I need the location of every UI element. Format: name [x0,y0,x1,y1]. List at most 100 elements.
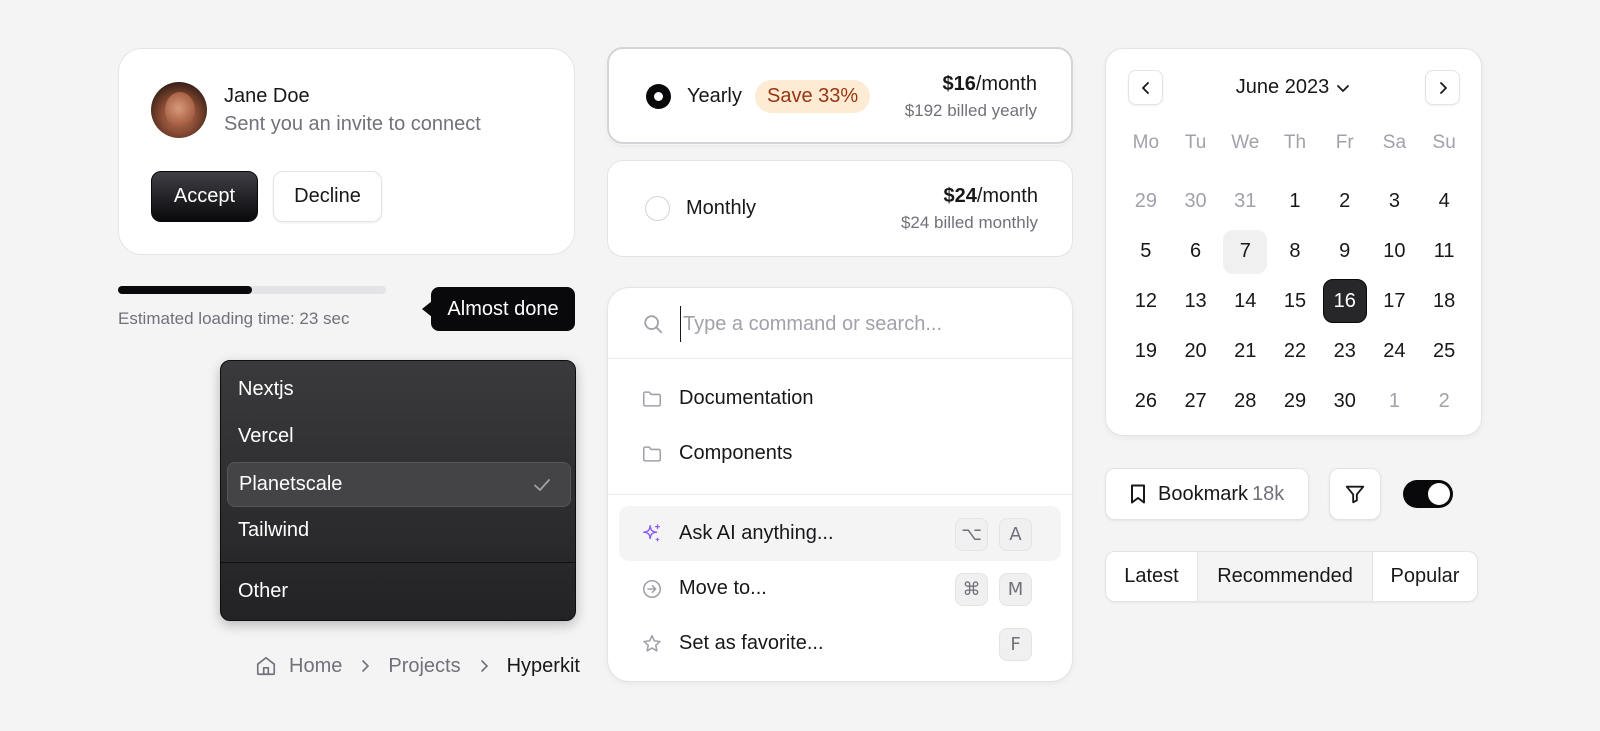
calendar-day[interactable]: 16 [1320,277,1370,327]
calendar-day[interactable]: 30 [1171,177,1221,227]
shortcut-key: ⌘ [955,573,988,606]
calendar-day[interactable]: 15 [1270,277,1320,327]
menu-item-other[interactable]: Other [238,580,288,603]
breadcrumb-projects[interactable]: Projects [388,655,460,678]
calendar-day[interactable]: 14 [1220,277,1270,327]
month-title: June 2023 [1235,76,1330,98]
radio-unselected[interactable] [645,196,670,221]
menu-item-nextjs[interactable]: Nextjs [238,378,294,401]
calendar-day[interactable]: 29 [1121,177,1171,227]
calendar-day-number: 11 [1433,240,1455,263]
menu-item-tailwind[interactable]: Tailwind [238,519,309,542]
menu-item-planetscale[interactable]: Planetscale [227,462,571,507]
calendar-day-number: 22 [1283,339,1307,362]
segment-latest[interactable]: Latest [1106,552,1198,601]
weekday-label: Tu [1184,132,1207,153]
breadcrumb-current: Hyperkit [506,654,580,677]
calendar-day[interactable]: 26 [1121,376,1171,426]
breadcrumb: Home Projects Hyperkit [255,653,580,679]
calendar-day[interactable]: 1 [1270,177,1320,227]
plan-option-yearly[interactable]: Yearly Save 33% $16/month $192 billed ye… [607,47,1073,144]
calendar-day[interactable]: 2 [1419,376,1469,426]
calendar: June 2023 Mo Tu We Th Fr Sa Su 29 30 31 1 2 3 4 5 6 7 8 9 1… [1105,48,1482,436]
star-icon [643,634,661,652]
calendar-day[interactable]: 9 [1320,227,1370,277]
segment-recommended[interactable]: Recommended [1198,552,1373,601]
command-search-input[interactable] [680,306,1040,342]
calendar-day[interactable]: 1 [1370,376,1420,426]
price-period: /month [976,185,1038,207]
command-item-documentation[interactable]: Documentation [619,371,1061,426]
calendar-day-number: 29 [1134,190,1157,213]
calendar-day-number: 6 [1190,240,1202,263]
calendar-day[interactable]: 31 [1220,177,1270,227]
command-search-bar [608,288,1072,359]
calendar-day[interactable]: 27 [1171,376,1221,426]
plan-price: $24/month [943,185,1038,208]
accept-button[interactable]: Accept [151,171,258,222]
decline-button[interactable]: Decline [273,171,382,222]
calendar-day[interactable]: 5 [1121,227,1171,277]
arrow-circle-right-icon [642,579,662,599]
folder-icon [642,391,662,407]
calendar-day[interactable]: 19 [1121,326,1171,376]
calendar-day[interactable]: 28 [1220,376,1270,426]
calendar-day[interactable]: 6 [1171,227,1221,277]
filter-button[interactable] [1329,468,1381,520]
calendar-day[interactable]: 12 [1121,277,1171,327]
calendar-day[interactable]: 4 [1419,177,1469,227]
calendar-day-number: 5 [1140,240,1152,263]
calendar-day-number: 16 [1322,279,1367,324]
command-item-set-favorite[interactable]: Set as favorite... F [619,616,1061,671]
calendar-day-number: 15 [1283,289,1307,312]
billing-note: $192 billed yearly [904,101,1037,120]
command-item-move-to[interactable]: Move to... ⌘ M [619,561,1061,616]
calendar-day[interactable]: 17 [1370,277,1420,327]
invite-sender-name: Jane Doe [224,85,310,107]
loading-estimate-text: Estimated loading time: 23 sec [118,309,350,328]
breadcrumb-home[interactable]: Home [289,655,342,678]
calendar-day[interactable]: 11 [1419,227,1469,277]
calendar-day[interactable]: 13 [1171,277,1221,327]
dropdown-menu: Nextjs Vercel Planetscale Tailwind Other [220,360,576,621]
calendar-day-number: 1 [1289,190,1301,213]
plan-price: $16/month [942,73,1037,96]
calendar-day[interactable]: 8 [1270,227,1320,277]
calendar-day[interactable]: 30 [1320,376,1370,426]
avatar [151,82,207,138]
next-month-button[interactable] [1425,70,1460,105]
menu-item-vercel[interactable]: Vercel [238,425,294,448]
toggle-switch[interactable] [1403,480,1453,508]
command-item-components[interactable]: Components [619,426,1061,481]
calendar-day[interactable]: 18 [1419,277,1469,327]
calendar-day[interactable]: 7 [1220,227,1270,277]
calendar-day[interactable]: 10 [1370,227,1420,277]
calendar-day[interactable]: 29 [1270,376,1320,426]
calendar-day[interactable]: 25 [1419,326,1469,376]
calendar-day-number: 24 [1383,339,1406,362]
calendar-day-number: 20 [1184,339,1207,362]
weekday-label: We [1231,132,1260,153]
menu-item-label: Planetscale [239,473,343,495]
calendar-day-number: 30 [1333,389,1356,412]
calendar-day[interactable]: 2 [1320,177,1370,227]
radio-selected[interactable] [646,84,671,109]
plan-option-monthly[interactable]: Monthly $24/month $24 billed monthly [607,160,1073,257]
calendar-day-number: 30 [1184,190,1207,213]
calendar-day-number: 7 [1223,229,1268,274]
calendar-day-number: 4 [1438,190,1450,213]
calendar-day[interactable]: 21 [1220,326,1270,376]
calendar-day-number: 28 [1234,389,1257,412]
segmented-control: Latest Recommended Popular [1105,551,1478,602]
segment-popular[interactable]: Popular [1373,552,1477,601]
chevron-right-icon [1439,81,1447,94]
calendar-day[interactable]: 22 [1270,326,1320,376]
calendar-day[interactable]: 20 [1171,326,1221,376]
calendar-day-number: 12 [1134,289,1157,312]
calendar-day[interactable]: 24 [1370,326,1420,376]
calendar-day[interactable]: 3 [1370,177,1420,227]
chevron-right-icon [480,660,488,672]
calendar-day[interactable]: 23 [1320,326,1370,376]
bookmark-button[interactable]: Bookmark 18k [1105,468,1309,520]
command-item-ask-ai[interactable]: Ask AI anything... ⌥ A [619,506,1061,561]
